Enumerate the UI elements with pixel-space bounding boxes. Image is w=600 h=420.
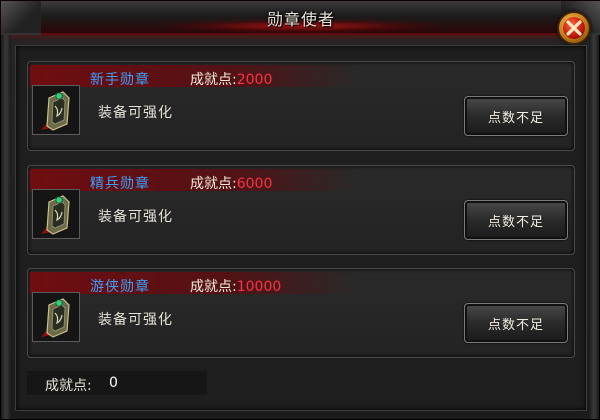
close-x-glyph — [566, 20, 582, 36]
points-value: 10000 — [236, 279, 282, 295]
title-bar: 勋章使者 — [1, 1, 600, 35]
points-prefix: 成就点: — [190, 176, 237, 192]
medal-description: 装备可强化 — [98, 209, 173, 225]
medal-points: 成就点:2000 — [190, 69, 272, 89]
medal-icon-graphic — [41, 195, 70, 235]
medal-description: 装备可强化 — [98, 312, 173, 328]
window-title: 勋章使者 — [266, 10, 335, 29]
medal-card: 新手勋章 成就点:2000 装备可强化 点数不足 — [27, 61, 575, 151]
frame-left — [1, 35, 11, 419]
footer-points-value: 0 — [109, 375, 118, 391]
medal-envoy-window: 勋章使者 新手勋章 成就点:2000 装备可强化 点数不足 精兵勋章 成就点:6… — [0, 0, 600, 420]
medal-icon-graphic — [41, 91, 70, 131]
medal-points: 成就点:6000 — [190, 173, 272, 193]
medal-name: 游侠勋章 — [90, 279, 150, 295]
points-prefix: 成就点: — [190, 72, 237, 88]
footer-points-label: 成就点: — [45, 378, 92, 394]
medal-icon[interactable] — [32, 292, 80, 342]
points-value: 6000 — [236, 176, 273, 192]
medal-name: 新手勋章 — [90, 72, 150, 88]
points-insufficient-button[interactable]: 点数不足 — [464, 96, 568, 136]
medal-card: 游侠勋章 成就点:10000 装备可强化 点数不足 — [27, 268, 575, 358]
medal-points: 成就点:10000 — [190, 276, 281, 296]
medal-name: 精兵勋章 — [90, 176, 150, 192]
medal-description: 装备可强化 — [98, 105, 173, 121]
medal-icon[interactable] — [32, 189, 80, 239]
medal-icon-graphic — [41, 298, 70, 338]
frame-right — [589, 35, 599, 419]
points-insufficient-button[interactable]: 点数不足 — [464, 303, 568, 343]
points-prefix: 成就点: — [190, 279, 237, 295]
medal-icon[interactable] — [32, 85, 80, 135]
points-value: 2000 — [236, 72, 273, 88]
close-button[interactable] — [557, 11, 591, 45]
medal-card: 精兵勋章 成就点:6000 装备可强化 点数不足 — [27, 165, 575, 255]
points-insufficient-button[interactable]: 点数不足 — [464, 200, 568, 240]
